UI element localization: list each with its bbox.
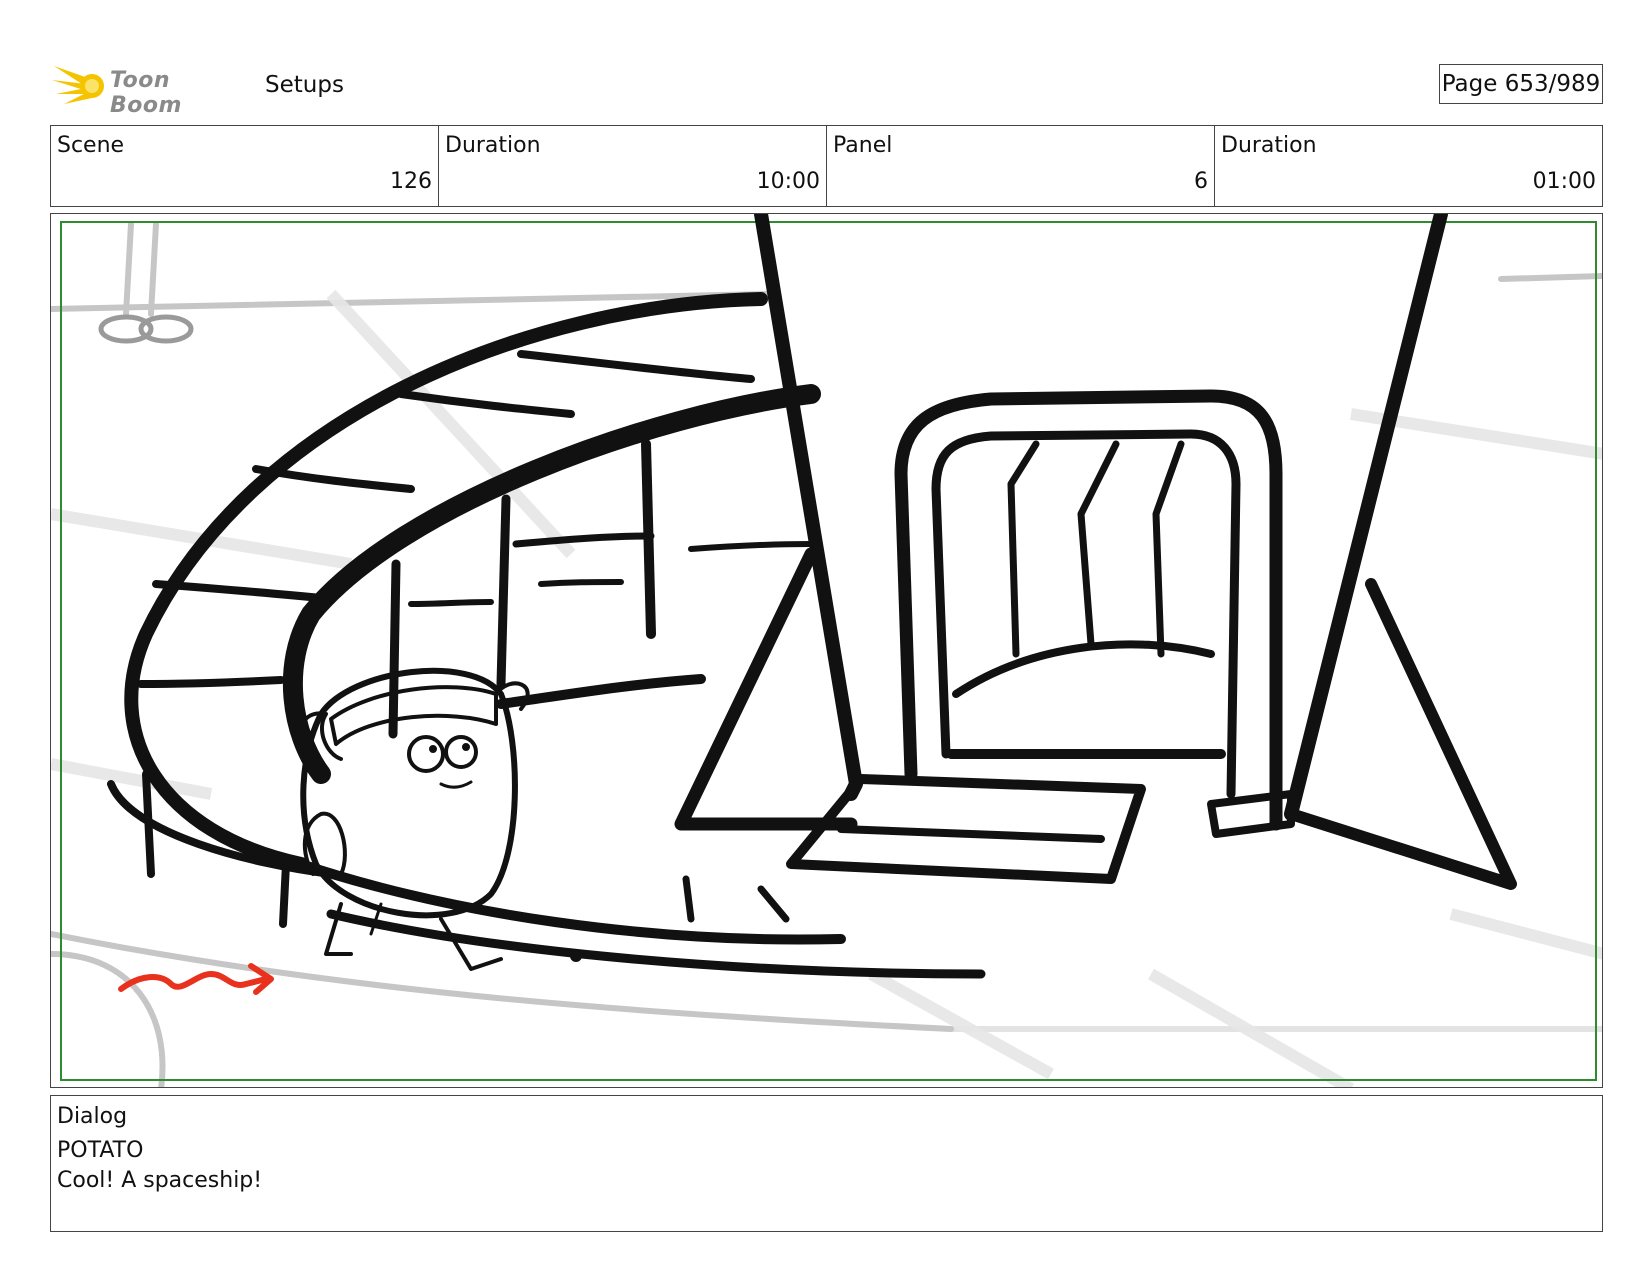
- panel-info-row: Scene 126 Duration 10:00 Panel 6 Duratio…: [50, 125, 1603, 207]
- section-title: Setups: [265, 72, 344, 98]
- panel-cell: Panel 6: [827, 126, 1215, 206]
- dialog-line: Cool! A spaceship!: [57, 1168, 263, 1193]
- panel-value: 6: [1194, 169, 1208, 194]
- logo-text: Toon Boom: [110, 68, 182, 118]
- storyboard-panel: [50, 213, 1603, 1088]
- logo-burst-icon: [52, 66, 104, 104]
- panel-duration-cell: Duration 01:00: [1215, 126, 1602, 206]
- dialog-speaker: POTATO: [57, 1138, 144, 1163]
- panel-label: Panel: [833, 133, 893, 158]
- dialog-label: Dialog: [57, 1104, 128, 1129]
- toon-boom-logo: Toon Boom: [52, 58, 242, 118]
- scene-duration-value: 10:00: [756, 169, 820, 194]
- page-number: Page 653/989: [1439, 64, 1603, 104]
- storyboard-sketch: [51, 214, 1602, 1087]
- scene-duration-label: Duration: [445, 133, 541, 158]
- scene-cell: Scene 126: [51, 126, 439, 206]
- scene-duration-cell: Duration 10:00: [439, 126, 827, 206]
- panel-duration-label: Duration: [1221, 133, 1317, 158]
- scene-value: 126: [390, 169, 432, 194]
- panel-duration-value: 01:00: [1532, 169, 1596, 194]
- scene-label: Scene: [57, 133, 125, 158]
- dialog-box: Dialog POTATO Cool! A spaceship!: [50, 1095, 1603, 1232]
